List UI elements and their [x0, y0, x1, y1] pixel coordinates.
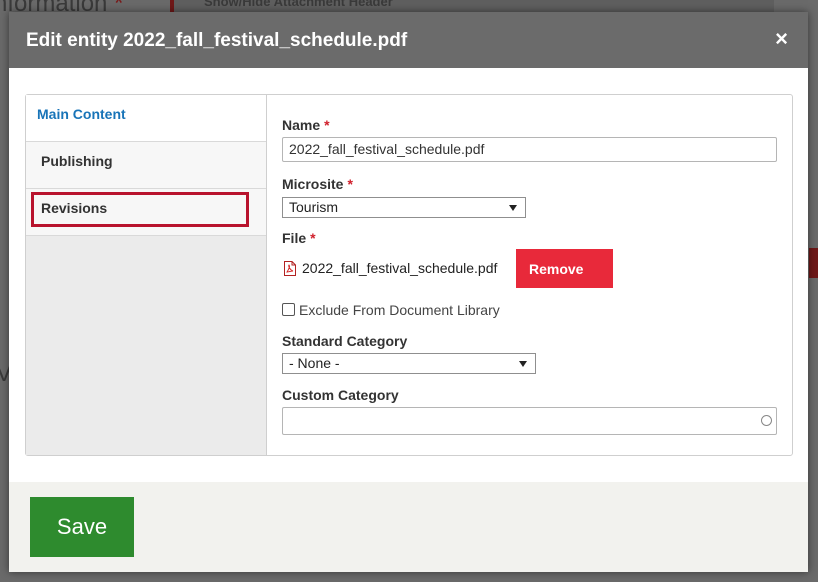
remove-file-button[interactable]: Remove: [516, 249, 613, 288]
standard-category-select[interactable]: - None -: [282, 353, 536, 374]
tab-main-content[interactable]: Main Content: [26, 95, 266, 142]
background-letter: i: [0, 290, 1, 318]
file-label: File *: [282, 230, 316, 246]
modal-body: Main Content Publishing Revisions Name * …: [9, 68, 808, 482]
microsite-select[interactable]: Tourism: [282, 197, 526, 218]
modal-title: Edit entity 2022_fall_festival_schedule.…: [26, 30, 408, 51]
exclude-from-library-row[interactable]: Exclude From Document Library: [282, 302, 500, 318]
name-field[interactable]: 2022_fall_festival_schedule.pdf: [282, 137, 777, 162]
save-button[interactable]: Save: [30, 497, 134, 557]
autocomplete-circle-icon: [761, 415, 772, 426]
exclude-from-library-label[interactable]: Exclude From Document Library: [299, 302, 500, 318]
modal-header: Edit entity 2022_fall_festival_schedule.…: [9, 12, 808, 68]
chevron-down-icon: [509, 205, 517, 211]
custom-category-input[interactable]: [282, 407, 777, 435]
pdf-icon: [284, 261, 296, 276]
exclude-from-library-checkbox[interactable]: [282, 303, 295, 316]
edit-panel: Main Content Publishing Revisions Name * …: [25, 94, 793, 456]
background-attachment-header: Show/Hide Attachment Header: [204, 0, 393, 9]
microsite-label: Microsite *: [282, 176, 353, 192]
file-name[interactable]: 2022_fall_festival_schedule.pdf: [302, 260, 497, 276]
edit-entity-modal: Edit entity 2022_fall_festival_schedule.…: [9, 12, 808, 572]
custom-category-label: Custom Category: [282, 387, 399, 403]
standard-category-label: Standard Category: [282, 333, 408, 349]
tab-revisions[interactable]: Revisions: [26, 189, 266, 236]
tab-publishing[interactable]: Publishing: [26, 142, 266, 189]
background-red-block: [809, 248, 818, 278]
chevron-down-icon: [519, 361, 527, 367]
name-label: Name *: [282, 117, 330, 133]
modal-footer: Save: [9, 482, 808, 572]
close-icon[interactable]: ×: [775, 26, 788, 52]
tab-list: Main Content Publishing Revisions: [26, 95, 267, 455]
